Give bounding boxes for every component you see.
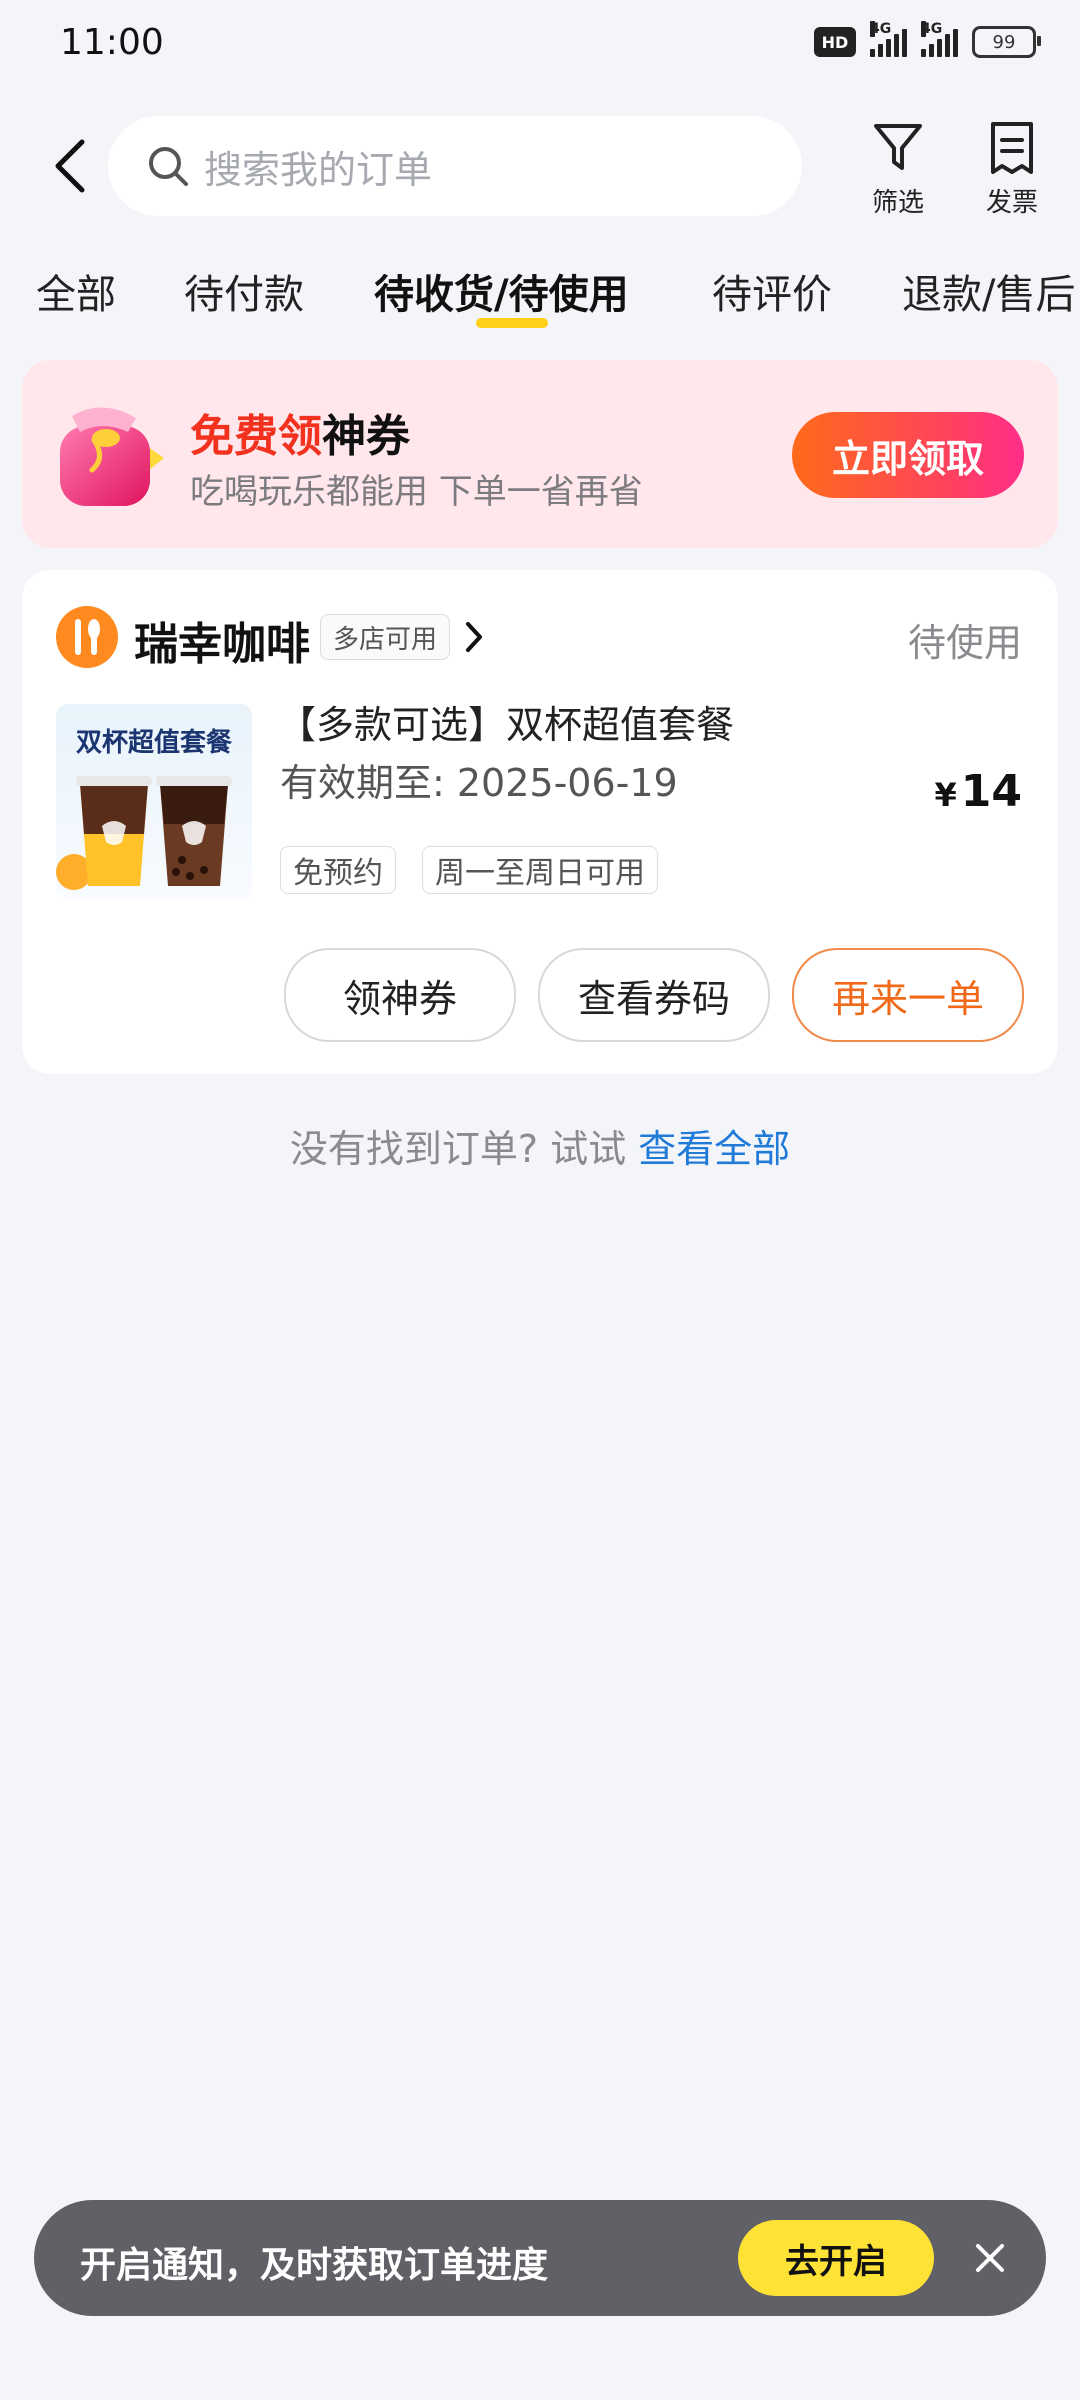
network-type-1: 4G <box>870 21 892 37</box>
validity-date: 有效期至: 2025-06-19 <box>280 761 678 805</box>
active-tab-indicator <box>476 318 548 328</box>
enable-notification-button[interactable]: 去开启 <box>738 2220 934 2296</box>
search-icon <box>149 147 188 186</box>
order-price: ¥14 <box>935 766 1023 817</box>
order-card[interactable]: 瑞幸咖啡 多店可用 待使用 双杯超值套餐 【多款可选】双杯超值套餐 有效期至: … <box>22 570 1058 1074</box>
reorder-button[interactable]: 再来一单 <box>792 948 1024 1042</box>
signal-icon: 4G <box>870 21 907 57</box>
toast-message: 开启通知，及时获取订单进度 <box>80 2245 549 2286</box>
close-icon[interactable] <box>968 2236 1012 2280</box>
currency-symbol: ¥ <box>934 776 957 814</box>
thumbnail-title: 双杯超值套餐 <box>75 728 232 758</box>
receipt-icon <box>991 122 1033 174</box>
notification-toast: 开启通知，及时获取订单进度 去开启 <box>34 2200 1046 2316</box>
empty-hint-text: 没有找到订单? 试试 <box>289 1127 639 1171</box>
tag-available-days: 周一至周日可用 <box>422 846 658 894</box>
status-time: 11:00 <box>60 22 164 63</box>
promo-title-highlight: 免费领 <box>190 411 322 462</box>
chevron-right-icon[interactable] <box>462 620 486 654</box>
tab-all[interactable]: 全部 <box>36 262 116 320</box>
store-name[interactable]: 瑞幸咖啡 <box>134 608 310 672</box>
tag-no-reservation: 免预约 <box>280 846 396 894</box>
invoice-button[interactable]: 发票 <box>967 120 1057 219</box>
tab-pending-receipt[interactable]: 待收货/待使用 <box>374 262 629 320</box>
coupon-promo-banner[interactable]: 免费领神券 吃喝玩乐都能用 下单一省再省 立即领取 <box>22 360 1058 548</box>
network-type-2: 4G <box>921 21 943 37</box>
order-tabs: 全部 待付款 待收货/待使用 待评价 退款/售后 <box>0 262 1080 322</box>
status-indicators: HD 4G 4G 99 <box>814 21 1041 58</box>
store-logo <box>56 606 118 668</box>
product-thumbnail[interactable]: 双杯超值套餐 <box>56 704 252 900</box>
filter-button[interactable]: 筛选 <box>853 120 943 219</box>
view-voucher-code-button[interactable]: 查看券码 <box>538 948 770 1042</box>
red-packet-icon <box>60 407 164 506</box>
back-button[interactable] <box>46 136 96 196</box>
empty-hint: 没有找到订单? 试试 查看全部 <box>0 1118 1080 1173</box>
filter-label: 筛选 <box>871 188 924 218</box>
product-name[interactable]: 【多款可选】双杯超值套餐 <box>278 694 734 749</box>
promo-subtitle: 吃喝玩乐都能用 下单一省再省 <box>190 472 643 512</box>
search-placeholder: 搜索我的订单 <box>204 147 433 192</box>
tab-pending-review[interactable]: 待评价 <box>712 262 832 320</box>
promo-title: 免费领神券 <box>190 400 410 464</box>
tab-refund[interactable]: 退款/售后 <box>902 262 1075 320</box>
coffee-cups-image <box>56 776 232 890</box>
invoice-label: 发票 <box>985 188 1038 218</box>
price-value: 14 <box>960 766 1022 817</box>
chevron-left-icon <box>55 139 85 193</box>
claim-now-button[interactable]: 立即领取 <box>792 412 1024 498</box>
order-status: 待使用 <box>907 621 1022 665</box>
fork-spoon-icon <box>75 619 100 655</box>
tab-pending-payment[interactable]: 待付款 <box>184 262 304 320</box>
store-multi-tag: 多店可用 <box>320 614 451 660</box>
get-coupon-button[interactable]: 领神券 <box>284 948 516 1042</box>
battery-icon: 99 <box>972 26 1041 58</box>
promo-title-rest: 神券 <box>322 411 410 462</box>
hd-voice-badge: HD <box>814 27 856 57</box>
view-all-link[interactable]: 查看全部 <box>638 1127 790 1171</box>
funnel-icon <box>874 124 922 170</box>
search-input[interactable]: 搜索我的订单 <box>108 116 802 216</box>
signal-icon-2: 4G <box>921 21 958 57</box>
